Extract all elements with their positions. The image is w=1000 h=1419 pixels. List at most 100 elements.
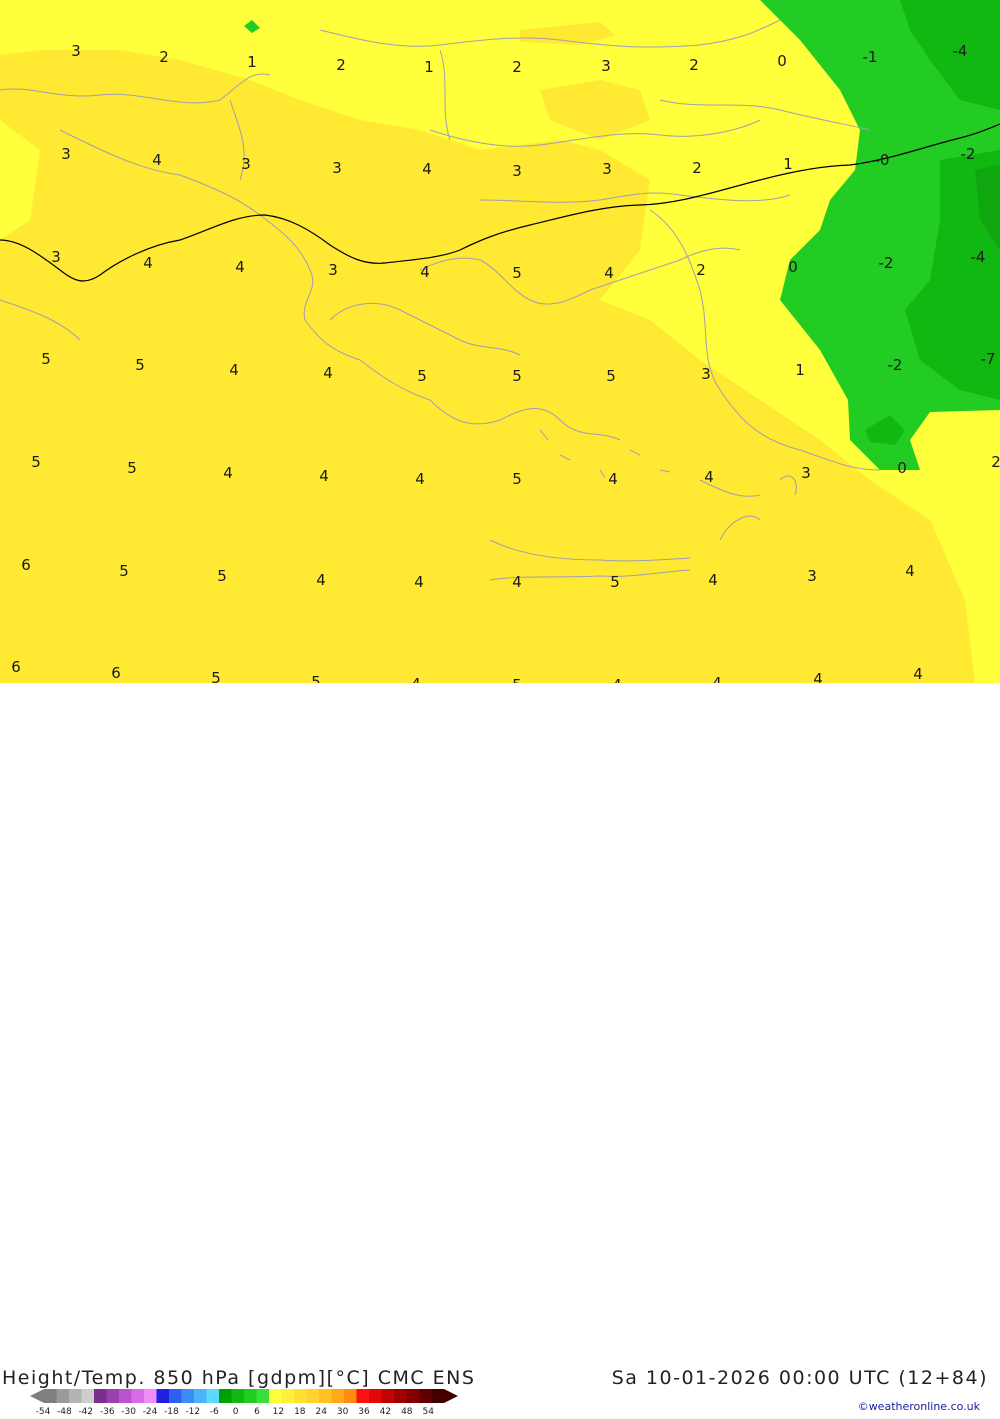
scale-tick-label: 30 xyxy=(337,1407,349,1415)
map-datetime: Sa 10-01-2026 00:00 UTC (12+84) xyxy=(611,1367,988,1389)
scale-swatch xyxy=(56,1389,70,1403)
contour-value-label: 4 xyxy=(712,674,722,683)
scale-swatch xyxy=(119,1389,132,1403)
scale-swatch xyxy=(194,1389,207,1403)
scale-swatch xyxy=(81,1389,95,1403)
temperature-map[interactable]: 3 2 1 2 1 2 3 2 0 -1 -4 3 4 3 3 4 3 3 2 1 -0 -2 3 4 4 3 4 5 4 2 0 -2 -4 5… xyxy=(0,0,1000,683)
scale-arrow-left xyxy=(30,1389,44,1403)
contour-value-label: 5 xyxy=(417,367,427,385)
contour-value-label: -2 xyxy=(888,356,903,374)
contour-value-label: 0 xyxy=(897,459,907,477)
scale-tick-label: 24 xyxy=(315,1407,327,1415)
scale-swatch xyxy=(156,1389,170,1403)
scale-swatch xyxy=(244,1389,257,1403)
scale-swatch xyxy=(94,1389,107,1403)
contour-value-label: 5 xyxy=(610,573,620,591)
contour-value-label: 1 xyxy=(795,361,805,379)
scale-tick-label: 6 xyxy=(254,1407,260,1415)
scale-swatch xyxy=(431,1389,445,1403)
scale-tick-label: 12 xyxy=(273,1407,284,1415)
contour-value-label: -4 xyxy=(971,248,986,266)
contour-value-label: 2 xyxy=(512,58,522,76)
contour-value-label: 4 xyxy=(608,470,618,488)
scale-tick-label: -48 xyxy=(57,1407,72,1415)
contour-value-label: 3 xyxy=(601,57,611,75)
contour-value-label: -4 xyxy=(953,42,968,60)
scale-swatch xyxy=(281,1389,295,1403)
contour-value-label: 5 xyxy=(41,350,51,368)
scale-swatch xyxy=(394,1389,407,1403)
contour-value-label: 5 xyxy=(512,264,522,282)
footer: Height/Temp. 850 hPa [gdpm][°C] CMC ENS … xyxy=(0,683,1000,1417)
scale-swatch xyxy=(406,1389,420,1403)
contour-value-label: 1 xyxy=(424,58,434,76)
scale-arrow-right xyxy=(444,1389,458,1403)
contour-value-label: 6 xyxy=(21,556,31,574)
contour-value-label: 4 xyxy=(704,468,714,486)
scale-tick-label: -30 xyxy=(121,1407,136,1415)
contour-value-label: 6 xyxy=(111,664,121,682)
scale-swatch xyxy=(319,1389,332,1403)
contour-value-label: 3 xyxy=(71,42,81,60)
scale-swatch xyxy=(344,1389,357,1403)
contour-value-label: 6 xyxy=(11,658,21,676)
contour-value-label: 4 xyxy=(612,676,622,683)
contour-value-label: 5 xyxy=(127,459,137,477)
scale-tick-label: -24 xyxy=(143,1407,158,1415)
scale-swatch xyxy=(181,1389,195,1403)
scale-swatch xyxy=(106,1389,120,1403)
scale-swatch xyxy=(44,1389,57,1403)
contour-value-label: 4 xyxy=(422,160,432,178)
contour-value-label: 4 xyxy=(223,464,233,482)
contour-value-label: -0 xyxy=(875,151,890,169)
contour-value-label: -7 xyxy=(981,350,996,368)
scale-swatch xyxy=(219,1389,232,1403)
contour-value-label: -2 xyxy=(961,145,976,163)
scale-swatch xyxy=(419,1389,432,1403)
contour-value-label: 4 xyxy=(152,151,162,169)
contour-value-label: 4 xyxy=(913,665,923,683)
scale-swatch xyxy=(256,1389,270,1403)
scale-tick-label: 54 xyxy=(422,1407,434,1415)
contour-value-label: 5 xyxy=(512,470,522,488)
contour-value-label: 4 xyxy=(235,258,245,276)
contour-value-label: -2 xyxy=(879,254,894,272)
contour-value-label: 3 xyxy=(512,162,522,180)
contour-value-label: 3 xyxy=(332,159,342,177)
contour-value-label: 2 xyxy=(696,261,706,279)
credit-link[interactable]: ©weatheronline.co.uk xyxy=(858,1400,980,1413)
contour-value-label: 5 xyxy=(119,562,129,580)
contour-value-label: 4 xyxy=(708,571,718,589)
scale-tick-label: 0 xyxy=(233,1407,239,1415)
scale-swatch xyxy=(144,1389,157,1403)
contour-value-label: 5 xyxy=(512,367,522,385)
contour-value-label: 1 xyxy=(247,53,257,71)
contour-value-label: 2 xyxy=(159,48,169,66)
scale-tick-label: -18 xyxy=(164,1407,179,1415)
contour-value-label: 1 xyxy=(783,155,793,173)
contour-value-label: 4 xyxy=(512,573,522,591)
map-title: Height/Temp. 850 hPa [gdpm][°C] CMC ENS xyxy=(2,1367,476,1389)
contour-value-label: 4 xyxy=(420,263,430,281)
scale-tick-label: -12 xyxy=(185,1407,200,1415)
contour-value-label: 0 xyxy=(777,52,787,70)
scale-swatch xyxy=(231,1389,245,1403)
color-scale-legend: -54 -48 -42 -36 -30 -24 -18 -12 -6 0 6 12 18 24 30 36 42… xyxy=(28,1389,468,1419)
contour-value-label: 4 xyxy=(415,470,425,488)
contour-value-label: 3 xyxy=(61,145,71,163)
contour-value-label: 2 xyxy=(689,56,699,74)
scale-tick-label: -54 xyxy=(36,1407,51,1415)
scale-swatch xyxy=(356,1389,370,1403)
contour-value-label: 3 xyxy=(328,261,338,279)
scale-swatch xyxy=(381,1389,395,1403)
scale-swatch xyxy=(131,1389,145,1403)
scale-tick-label: -36 xyxy=(100,1407,115,1415)
scale-swatch xyxy=(306,1389,320,1403)
contour-value-label: 5 xyxy=(217,567,227,585)
contour-value-label: 5 xyxy=(512,676,522,683)
contour-value-label: 2 xyxy=(336,56,346,74)
contour-value-label: 4 xyxy=(323,364,333,382)
scale-swatch xyxy=(269,1389,282,1403)
contour-value-label: 4 xyxy=(604,264,614,282)
contour-value-label: 3 xyxy=(602,160,612,178)
